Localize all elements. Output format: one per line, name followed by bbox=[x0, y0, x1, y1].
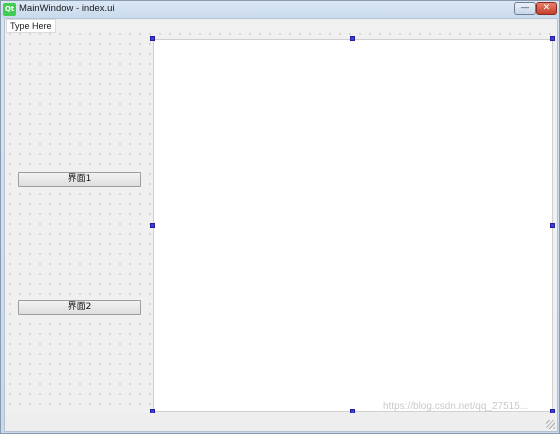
sidebar-panel: 界面1 界面2 bbox=[11, 41, 151, 413]
window-title: MainWindow - index.ui bbox=[19, 3, 115, 14]
title-bar[interactable]: Qt MainWindow - index.ui — ✕ bbox=[1, 1, 559, 18]
close-button[interactable]: ✕ bbox=[536, 2, 557, 15]
status-bar bbox=[5, 413, 557, 431]
close-icon: ✕ bbox=[542, 3, 551, 13]
resize-handle-top[interactable] bbox=[350, 36, 355, 41]
resize-handle-right[interactable] bbox=[550, 223, 555, 228]
qt-logo-icon: Qt bbox=[3, 3, 16, 16]
resize-handle-top-left[interactable] bbox=[150, 36, 155, 41]
stacked-widget-area[interactable] bbox=[153, 39, 553, 412]
page1-button[interactable]: 界面1 bbox=[18, 172, 141, 187]
minimize-icon: — bbox=[520, 3, 530, 13]
form-editor: Type Here 界面1 界面2 bbox=[4, 18, 558, 432]
resize-handle-top-right[interactable] bbox=[550, 36, 555, 41]
minimize-button[interactable]: — bbox=[514, 2, 536, 15]
menu-type-here[interactable]: Type Here bbox=[6, 19, 56, 33]
page2-button[interactable]: 界面2 bbox=[18, 300, 141, 315]
watermark-text: https://blog.csdn.net/qq_27515... bbox=[383, 401, 529, 412]
menu-bar: Type Here bbox=[5, 19, 557, 33]
main-window: Qt MainWindow - index.ui — ✕ Type Here 界… bbox=[0, 0, 560, 434]
resize-handle-left[interactable] bbox=[150, 223, 155, 228]
size-grip-icon[interactable] bbox=[546, 420, 555, 429]
